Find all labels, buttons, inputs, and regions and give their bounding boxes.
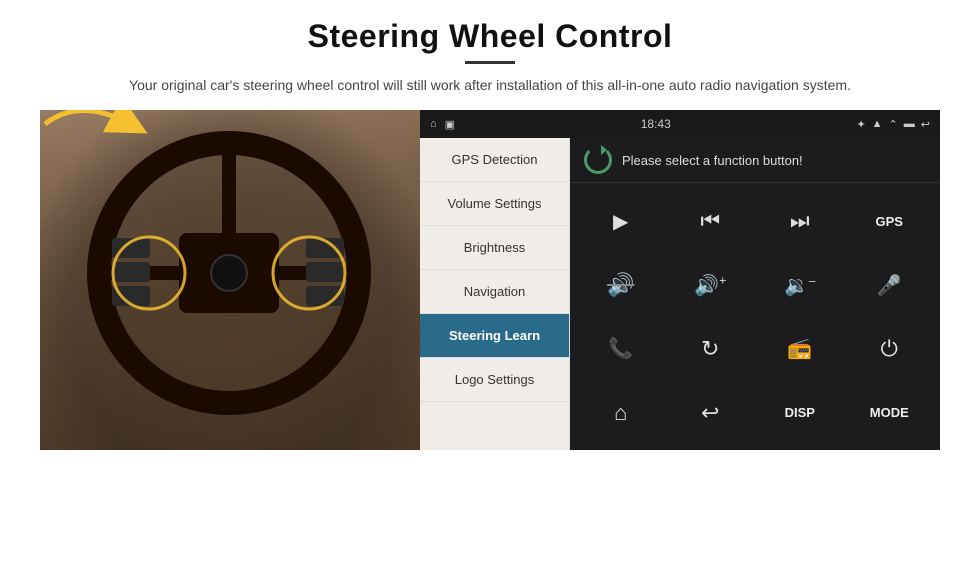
status-time: 18:43 <box>641 117 671 131</box>
back-btn-icon: ↩ <box>701 400 719 426</box>
mode-label: MODE <box>870 405 909 420</box>
menu-sidebar: GPS DetectionVolume SettingsBrightnessNa… <box>420 138 570 450</box>
page-title: Steering Wheel Control <box>308 18 673 55</box>
arrow-indicator <box>40 110 415 432</box>
battery-icon: ▬ <box>904 118 915 130</box>
func-mute-btn[interactable]: 🔊 <box>578 255 664 315</box>
source-icon: ↻ <box>701 336 719 362</box>
func-next-btn[interactable]: ⏭ <box>757 191 843 251</box>
function-header: Please select a function button! <box>570 138 940 183</box>
func-back-btn[interactable]: ↩ <box>668 383 754 443</box>
photo-icon: ▣ <box>445 118 455 131</box>
menu-item-volume-settings[interactable]: Volume Settings <box>420 182 569 226</box>
title-divider <box>465 61 515 64</box>
func-gps-btn[interactable]: GPS <box>847 191 933 251</box>
disp-label: DISP <box>785 405 815 420</box>
vol-down-icon: 🔉– <box>784 273 816 298</box>
func-radio-btn[interactable]: 📻 <box>757 319 843 379</box>
menu-item-logo-settings[interactable]: Logo Settings <box>420 358 569 402</box>
head-unit-content: GPS DetectionVolume SettingsBrightnessNa… <box>420 138 940 450</box>
status-bar-left: ⌂ ▣ <box>430 118 455 131</box>
page-description: Your original car's steering wheel contr… <box>129 74 851 96</box>
func-play-btn[interactable]: ▶ <box>578 191 664 251</box>
func-home-btn[interactable]: ⌂ <box>578 383 664 443</box>
vol-up-icon: 🔊+ <box>694 273 726 298</box>
mic-icon: 🎤 <box>877 273 902 298</box>
menu-item-steering-learn[interactable]: Steering Learn <box>420 314 569 358</box>
play-icon: ▶ <box>613 209 628 234</box>
func-disp-btn[interactable]: DISP <box>757 383 843 443</box>
func-power-btn[interactable]: ⏻ <box>847 319 933 379</box>
menu-item-brightness[interactable]: Brightness <box>420 226 569 270</box>
steering-wheel-photo <box>40 110 420 450</box>
func-mode-btn[interactable]: MODE <box>847 383 933 443</box>
home-btn-icon: ⌂ <box>614 400 627 426</box>
head-unit: ⌂ ▣ 18:43 ✦ ▲ ⌃ ▬ ↩ GPS DetectionVolume … <box>420 110 940 450</box>
radio-icon: 📻 <box>787 336 812 361</box>
func-vol-up-btn[interactable]: 🔊+ <box>668 255 754 315</box>
phone-icon: 📞 <box>608 336 633 361</box>
status-bar-right: ✦ ▲ ⌃ ▬ ↩ <box>856 118 930 131</box>
menu-item-navigation[interactable]: Navigation <box>420 270 569 314</box>
func-source-btn[interactable]: ↻ <box>668 319 754 379</box>
func-phone-btn[interactable]: 📞 <box>578 319 664 379</box>
power-icon: ⏻ <box>881 336 898 362</box>
gps-label: GPS <box>876 214 903 229</box>
main-image-area: ⌂ ▣ 18:43 ✦ ▲ ⌃ ▬ ↩ GPS DetectionVolume … <box>40 110 940 450</box>
refresh-icon <box>584 146 612 174</box>
func-prev-btn[interactable]: ⏮ <box>668 191 754 251</box>
wifi-icon: ▲ <box>872 118 883 130</box>
next-icon: ⏭ <box>790 208 810 234</box>
bluetooth-icon: ✦ <box>856 118 865 131</box>
prev-icon: ⏮ <box>700 208 720 234</box>
back-icon: ↩ <box>921 118 930 131</box>
func-mic-btn[interactable]: 🎤 <box>847 255 933 315</box>
mute-icon: 🔊 <box>607 272 634 298</box>
page-container: Steering Wheel Control Your original car… <box>0 0 980 564</box>
function-header-text: Please select a function button! <box>622 153 803 168</box>
menu-item-gps-detection[interactable]: GPS Detection <box>420 138 569 182</box>
function-grid: ▶ ⏮ ⏭ GPS 🔊 <box>570 183 940 450</box>
status-bar: ⌂ ▣ 18:43 ✦ ▲ ⌃ ▬ ↩ <box>420 110 940 138</box>
func-vol-down-btn[interactable]: 🔉– <box>757 255 843 315</box>
expand-icon: ⌃ <box>889 118 898 131</box>
home-icon: ⌂ <box>430 118 437 130</box>
function-panel: Please select a function button! ▶ ⏮ ⏭ <box>570 138 940 450</box>
